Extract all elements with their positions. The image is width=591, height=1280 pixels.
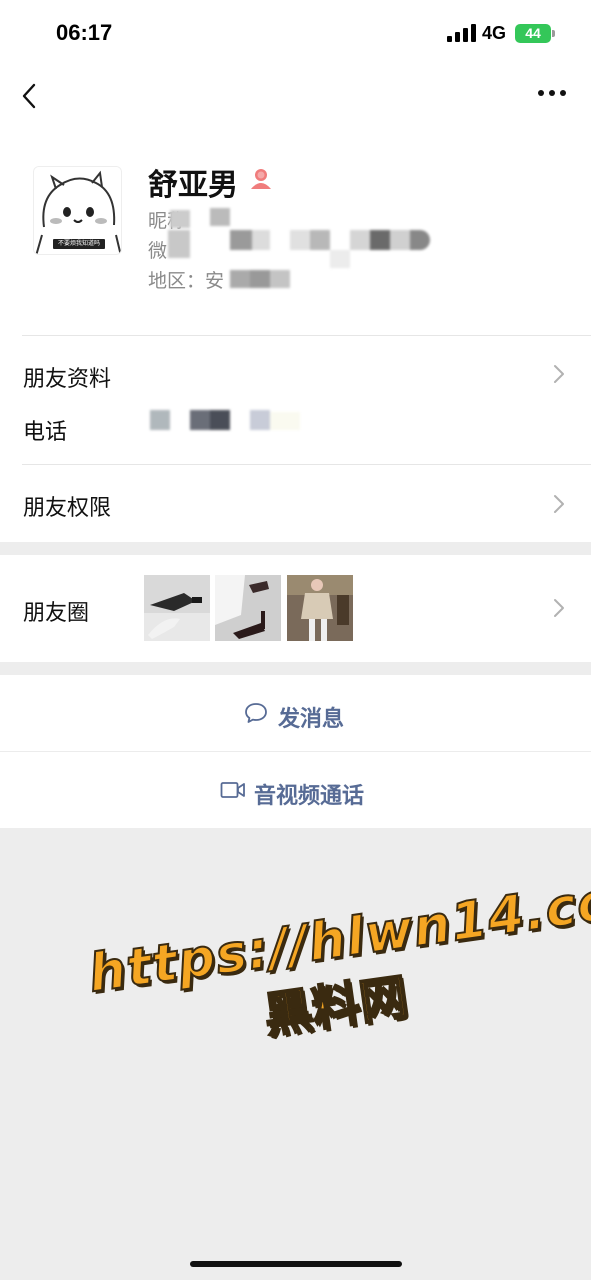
send-message-button[interactable]: 发消息 — [0, 675, 591, 751]
status-bar: 06:17 4G 44 — [0, 0, 591, 64]
avatar[interactable]: 不要烦我知道吗 — [33, 166, 122, 255]
friend-permissions-label: 朋友权限 — [23, 495, 112, 520]
info-section: 朋友资料 电话 朋友权限 — [0, 335, 591, 542]
chevron-right-icon — [554, 365, 564, 383]
av-call-label: 音视频通话 — [254, 783, 365, 808]
photo-person-icon — [287, 575, 353, 641]
nav-bar — [0, 64, 591, 128]
network-label: 4G — [482, 23, 507, 43]
chevron-right-icon — [554, 599, 564, 617]
status-time: 06:17 — [56, 20, 113, 45]
moments-section[interactable]: 朋友圈 — [0, 555, 591, 662]
signal-icon — [447, 24, 476, 42]
wechat-id-line: 微 — [148, 241, 168, 262]
divider — [22, 335, 591, 336]
region-redacted — [230, 268, 290, 290]
video-camera-icon — [220, 782, 245, 798]
phone-redacted — [150, 410, 310, 434]
profile-name: 舒亚男 — [148, 169, 238, 202]
nickname-redacted — [170, 208, 230, 228]
friend-info-row[interactable]: 朋友资料 — [0, 345, 591, 405]
divider — [22, 464, 591, 465]
friend-info-label: 朋友资料 — [23, 366, 112, 391]
moments-label: 朋友圈 — [23, 600, 90, 625]
moments-photo[interactable] — [287, 575, 353, 641]
friend-permissions-row[interactable]: 朋友权限 — [0, 473, 591, 533]
photo-shoes-icon — [144, 575, 210, 641]
female-user-icon — [251, 169, 271, 189]
avatar-caption: 不要烦我知道吗 — [53, 239, 105, 249]
phone-row[interactable]: 电话 — [0, 400, 591, 460]
profile-header: 不要烦我知道吗 舒亚男 昵称 微 地区：安 — [0, 128, 591, 335]
home-indicator — [190, 1261, 402, 1267]
send-message-label: 发消息 — [278, 706, 345, 731]
wechat-id-redacted — [168, 228, 430, 270]
moments-photo[interactable] — [144, 575, 210, 641]
watermark: https://hlwn14.com 黑料网 — [84, 863, 591, 1070]
phone-label: 电话 — [23, 419, 68, 444]
chevron-left-icon[interactable] — [18, 82, 42, 110]
chevron-right-icon — [554, 495, 564, 513]
photo-heels-icon — [215, 575, 281, 641]
ellipsis-icon[interactable] — [537, 89, 567, 97]
moments-photo[interactable] — [215, 575, 281, 641]
battery-indicator: 44 — [515, 24, 555, 43]
av-call-button[interactable]: 音视频通话 — [0, 752, 591, 828]
chat-bubble-icon — [245, 703, 267, 723]
region-line: 地区：安 — [148, 271, 225, 292]
